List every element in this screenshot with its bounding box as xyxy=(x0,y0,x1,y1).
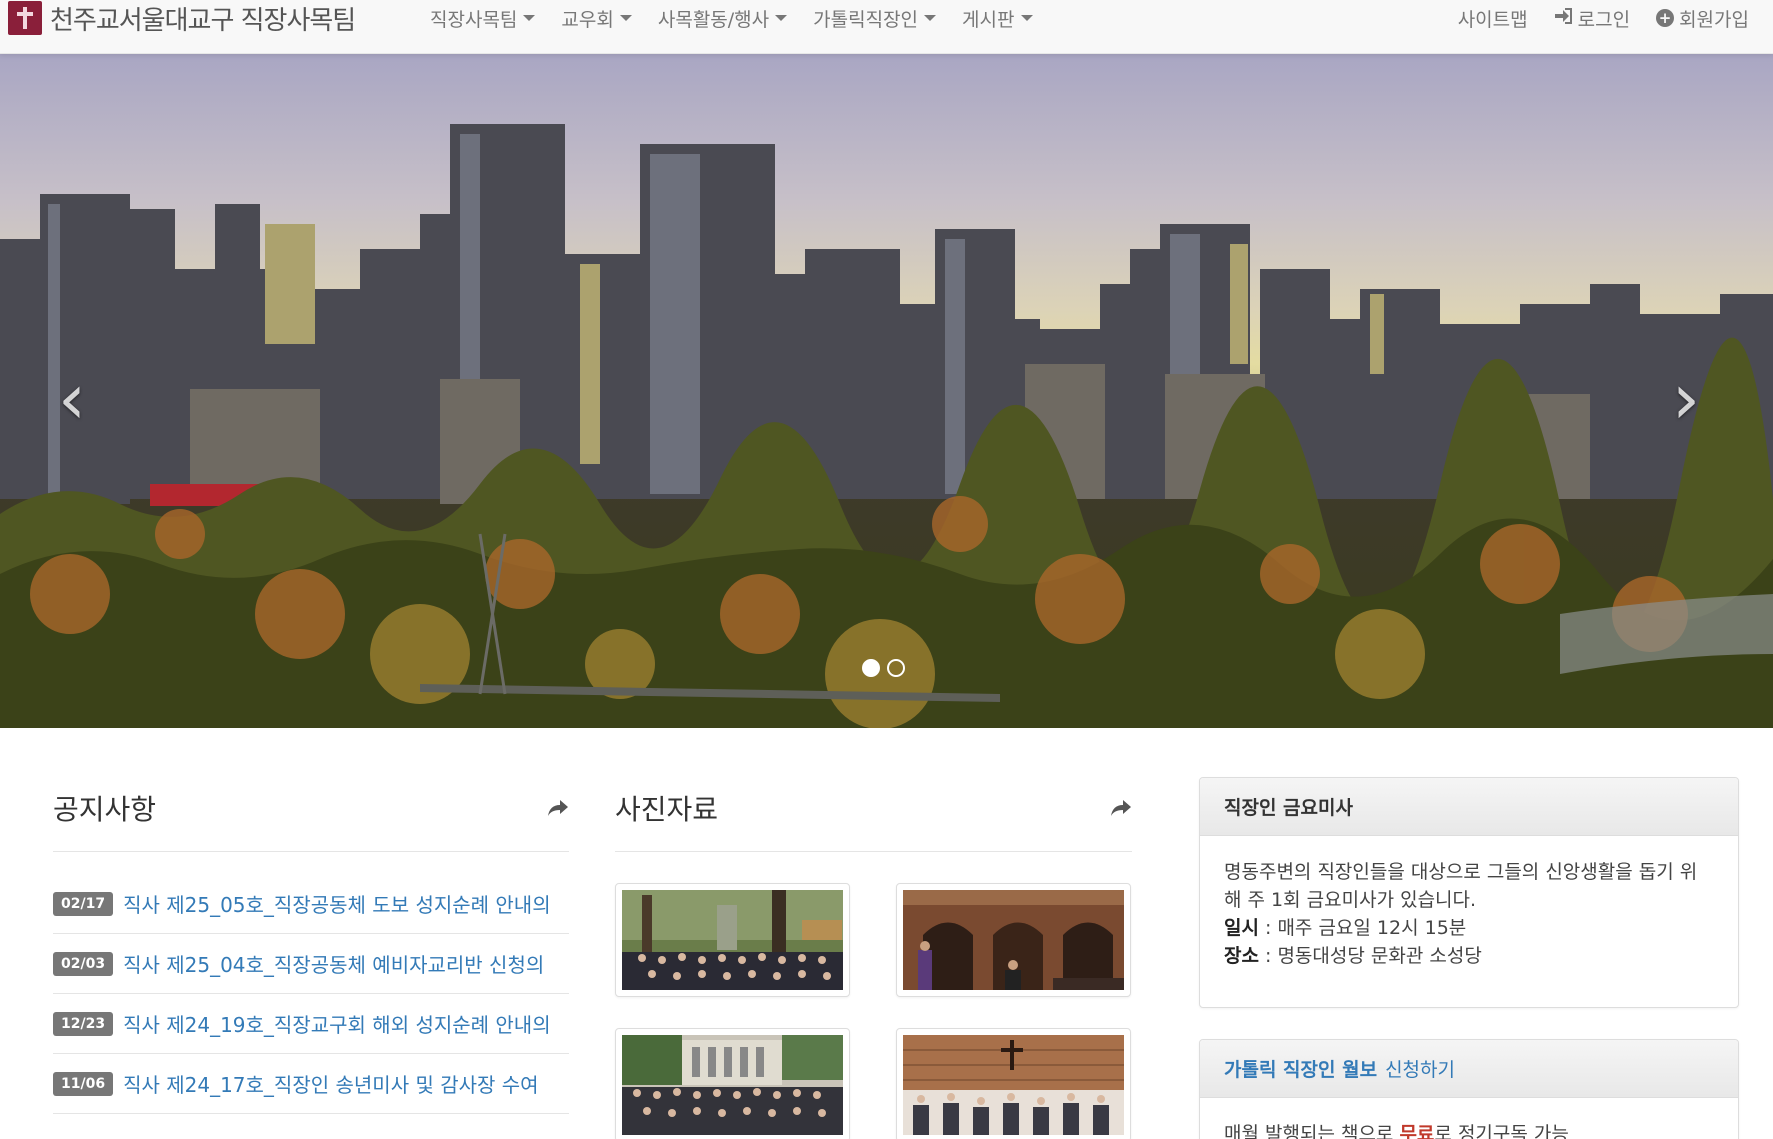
time-value: : 매주 금요일 12시 15분 xyxy=(1258,917,1467,939)
group-photo-outdoor-image xyxy=(622,890,843,990)
subscribe-link[interactable]: 신청하기 xyxy=(1385,1055,1455,1082)
chapel-group-photo-image xyxy=(903,1035,1124,1135)
caret-down-icon xyxy=(775,15,788,21)
panel-body: 명동주변의 직장인들을 대상으로 그들의 신앙생활을 돕기 위해 주 1회 금요… xyxy=(1200,836,1738,992)
free-label: 무료 xyxy=(1399,1123,1435,1139)
notice-link[interactable]: 직사 제25_04호_직장공동체 예비자교리반 신청의 xyxy=(123,949,544,978)
date-badge: 02/03 xyxy=(53,951,114,976)
friday-mass-panel: 직장인 금요미사 명동주변의 직장인들을 대상으로 그들의 신앙생활을 돕기 위… xyxy=(1199,777,1739,1008)
nav-item-label: 사목활동/행사 xyxy=(657,8,770,31)
nav-item-team[interactable]: 직장사목팀 xyxy=(430,5,536,32)
sitemap-label: 사이트맵 xyxy=(1457,8,1528,31)
date-badge: 11/06 xyxy=(53,1071,114,1096)
nav-item-label: 교우회 xyxy=(561,8,614,31)
photo-title: 사진자료 xyxy=(615,793,719,826)
panel-title: 직장인 금요미사 xyxy=(1224,797,1353,819)
notice-link[interactable]: 직사 제24_19호_직장교구회 해외 성지순례 안내의 xyxy=(123,1009,551,1038)
date-badge: 02/17 xyxy=(53,891,114,916)
nav-item-label: 가톨릭직장인 xyxy=(813,8,919,31)
carousel-next-icon[interactable]: › xyxy=(1672,364,1700,434)
time-label: 일시 xyxy=(1224,917,1259,939)
carousel-indicators xyxy=(862,659,912,677)
nav-item-association[interactable]: 교우회 xyxy=(561,5,632,32)
notice-title: 공지사항 xyxy=(53,793,157,826)
caret-down-icon xyxy=(924,15,937,21)
nav-item-label: 직장사목팀 xyxy=(430,8,518,31)
carousel-indicator-1[interactable] xyxy=(862,659,880,677)
monthly-bulletin-panel: 가톨릭 직장인 월보 신청하기 매월 발행되는 책으로 무료로 정기구독 가능 xyxy=(1199,1039,1739,1139)
nav-item-catholic-workers[interactable]: 가톨릭직장인 xyxy=(813,5,937,32)
notice-link[interactable]: 직사 제24_17호_직장인 송년미사 및 감사장 수여 xyxy=(123,1069,539,1098)
notice-list: 02/17 직사 제25_05호_직장공동체 도보 성지순례 안내의 02/03… xyxy=(53,874,569,1139)
share-arrow-icon[interactable] xyxy=(1110,798,1132,823)
photo-thumbnail[interactable] xyxy=(615,883,850,997)
notice-item: 02/17 직사 제25_05호_직장공동체 도보 성지순례 안내의 xyxy=(53,874,569,934)
mass-photo-image xyxy=(903,890,1124,990)
nav-item-label: 게시판 xyxy=(962,8,1015,31)
mass-time: 일시 : 매주 금요일 12시 15분 xyxy=(1224,914,1714,942)
user-menu: 사이트맵 로그인 + 회원가입 xyxy=(1432,0,1749,36)
panel-heading[interactable]: 가톨릭 직장인 월보 신청하기 xyxy=(1200,1040,1738,1098)
brand-title: 천주교서울대교구 직장사목팀 xyxy=(50,5,356,36)
caret-down-icon xyxy=(1020,15,1033,21)
brand[interactable]: 천주교서울대교구 직장사목팀 xyxy=(8,0,356,36)
carousel-indicator-2[interactable] xyxy=(887,659,905,677)
notice-item: 02/03 직사 제25_04호_직장공동체 예비자교리반 신청의 xyxy=(53,934,569,994)
carousel-prev-icon[interactable]: ‹ xyxy=(58,364,86,434)
notice-item: 11/06 직사 제24_17호_직장인 송년미사 및 감사장 수여 xyxy=(53,1054,569,1114)
signup-link[interactable]: + 회원가입 xyxy=(1656,5,1749,32)
caret-down-icon xyxy=(619,15,632,21)
notice-header: 공지사항 xyxy=(53,780,569,852)
bulletin-title-link[interactable]: 가톨릭 직장인 월보 xyxy=(1224,1055,1377,1082)
notice-item xyxy=(53,1114,569,1139)
login-icon xyxy=(1554,7,1574,30)
login-label: 로그인 xyxy=(1577,8,1631,31)
notice-item: 12/23 직사 제24_19호_직장교구회 해외 성지순례 안내의 xyxy=(53,994,569,1054)
photo-thumbnail[interactable] xyxy=(896,883,1131,997)
hero-carousel: ‹ › xyxy=(0,54,1773,728)
mass-description: 명동주변의 직장인들을 대상으로 그들의 신앙생활을 돕기 위해 주 1회 금요… xyxy=(1224,861,1698,911)
date-badge: 12/23 xyxy=(53,1011,114,1036)
bulletin-description: 매월 발행되는 책으로 무료로 정기구독 가능 xyxy=(1224,1120,1714,1139)
photo-section: 사진자료 xyxy=(615,780,1132,1139)
bulletin-text-post: 로 정기구독 가능 xyxy=(1434,1123,1569,1139)
place-value: : 명동대성당 문화관 소성당 xyxy=(1258,945,1482,967)
notice-link[interactable]: 직사 제25_05호_직장공동체 도보 성지순례 안내의 xyxy=(123,889,551,918)
group-photo-building-image xyxy=(622,1035,843,1135)
nav-item-board[interactable]: 게시판 xyxy=(962,5,1033,32)
photo-thumbnail[interactable] xyxy=(615,1028,850,1139)
top-navbar: 천주교서울대교구 직장사목팀 직장사목팀 교우회 사목활동/행사 가톨릭직장인 … xyxy=(0,0,1773,54)
main-menu: 직장사목팀 교우회 사목활동/행사 가톨릭직장인 게시판 xyxy=(430,0,1059,36)
nav-item-activities[interactable]: 사목활동/행사 xyxy=(657,5,788,32)
login-link[interactable]: 로그인 xyxy=(1554,5,1630,32)
photo-header: 사진자료 xyxy=(615,780,1132,852)
plus-circle-icon: + xyxy=(1656,9,1675,27)
signup-label: 회원가입 xyxy=(1679,8,1749,31)
city-skyline-image xyxy=(0,124,1773,728)
bulletin-text-pre: 매월 발행되는 책으로 xyxy=(1224,1123,1400,1139)
mass-place: 장소 : 명동대성당 문화관 소성당 xyxy=(1224,942,1714,970)
panel-heading: 직장인 금요미사 xyxy=(1200,778,1738,836)
place-label: 장소 xyxy=(1224,945,1259,967)
share-arrow-icon[interactable] xyxy=(547,798,569,823)
photo-thumbnail[interactable] xyxy=(896,1028,1131,1139)
panel-body: 매월 발행되는 책으로 무료로 정기구독 가능 xyxy=(1200,1098,1738,1139)
cross-logo-icon xyxy=(8,1,42,35)
caret-down-icon xyxy=(523,15,536,21)
notice-section: 공지사항 02/17 직사 제25_05호_직장공동체 도보 성지순례 안내의 … xyxy=(53,780,569,1139)
sitemap-link[interactable]: 사이트맵 xyxy=(1458,5,1528,32)
